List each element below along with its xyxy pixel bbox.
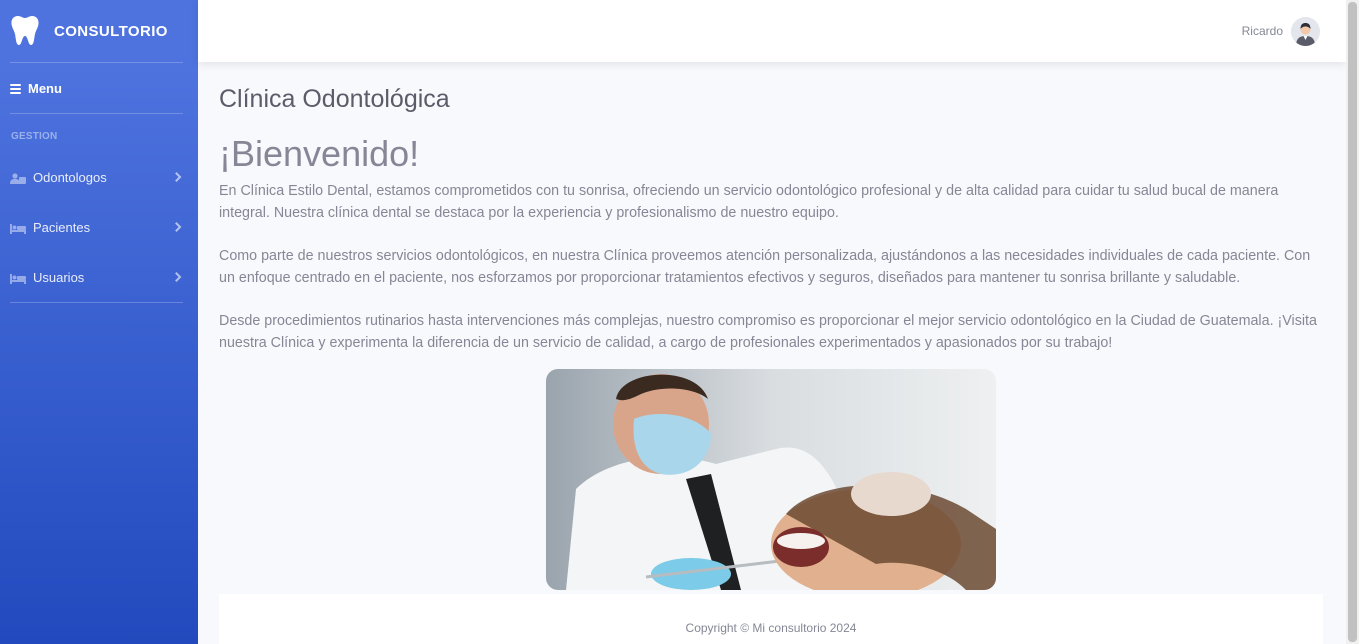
- sidebar-heading: GESTION: [11, 131, 58, 142]
- services-paragraph: Como parte de nuestros servicios odontol…: [219, 248, 1311, 286]
- menu-toggle[interactable]: Menu: [0, 63, 198, 113]
- sidebar-divider: [10, 302, 183, 303]
- bed-icon: [10, 272, 26, 284]
- bed-icon: [10, 222, 26, 234]
- chevron-right-icon: [171, 222, 182, 232]
- sidebar-item-pacientes[interactable]: Pacientes: [0, 202, 198, 252]
- user-tie-icon: [10, 172, 26, 184]
- sidebar-item-odontologos[interactable]: Odontologos: [0, 152, 198, 202]
- scrollbar-thumb[interactable]: [1348, 2, 1357, 642]
- copyright-text: Copyright © Mi consultorio 2024: [685, 621, 857, 635]
- chevron-right-icon: [171, 172, 182, 182]
- menu-label: Menu: [28, 80, 62, 96]
- intro-paragraph: En Clínica Estilo Dental, estamos compro…: [219, 183, 1279, 221]
- brand-name: CONSULTORIO: [54, 22, 168, 40]
- bars-icon: [10, 83, 21, 94]
- footer: Copyright © Mi consultorio 2024: [219, 594, 1323, 644]
- avatar-icon[interactable]: [1291, 16, 1320, 46]
- sidebar-item-label: Odontologos: [33, 169, 107, 185]
- chevron-right-icon: [171, 272, 182, 282]
- commitment-paragraph: Desde procedimientos rutinarios hasta in…: [219, 313, 1317, 351]
- user-name[interactable]: Ricardo: [1242, 24, 1283, 38]
- sidebar-item-label: Pacientes: [33, 219, 91, 235]
- brand-link[interactable]: CONSULTORIO: [0, 0, 198, 62]
- topbar: Ricardo: [198, 0, 1346, 62]
- main-content: Clínica Odontológica ¡Bienvenido! En Clí…: [219, 62, 1323, 590]
- scrollbar[interactable]: [1346, 0, 1359, 644]
- welcome-heading: ¡Bienvenido!: [219, 133, 420, 174]
- page-title: Clínica Odontológica: [219, 85, 450, 113]
- dentist-photo: [546, 369, 996, 590]
- sidebar: CONSULTORIO Menu GESTION Odontologos Pac…: [0, 0, 198, 644]
- tooth-icon: [10, 15, 40, 47]
- sidebar-item-usuarios[interactable]: Usuarios: [0, 252, 198, 302]
- sidebar-item-label: Usuarios: [33, 269, 85, 285]
